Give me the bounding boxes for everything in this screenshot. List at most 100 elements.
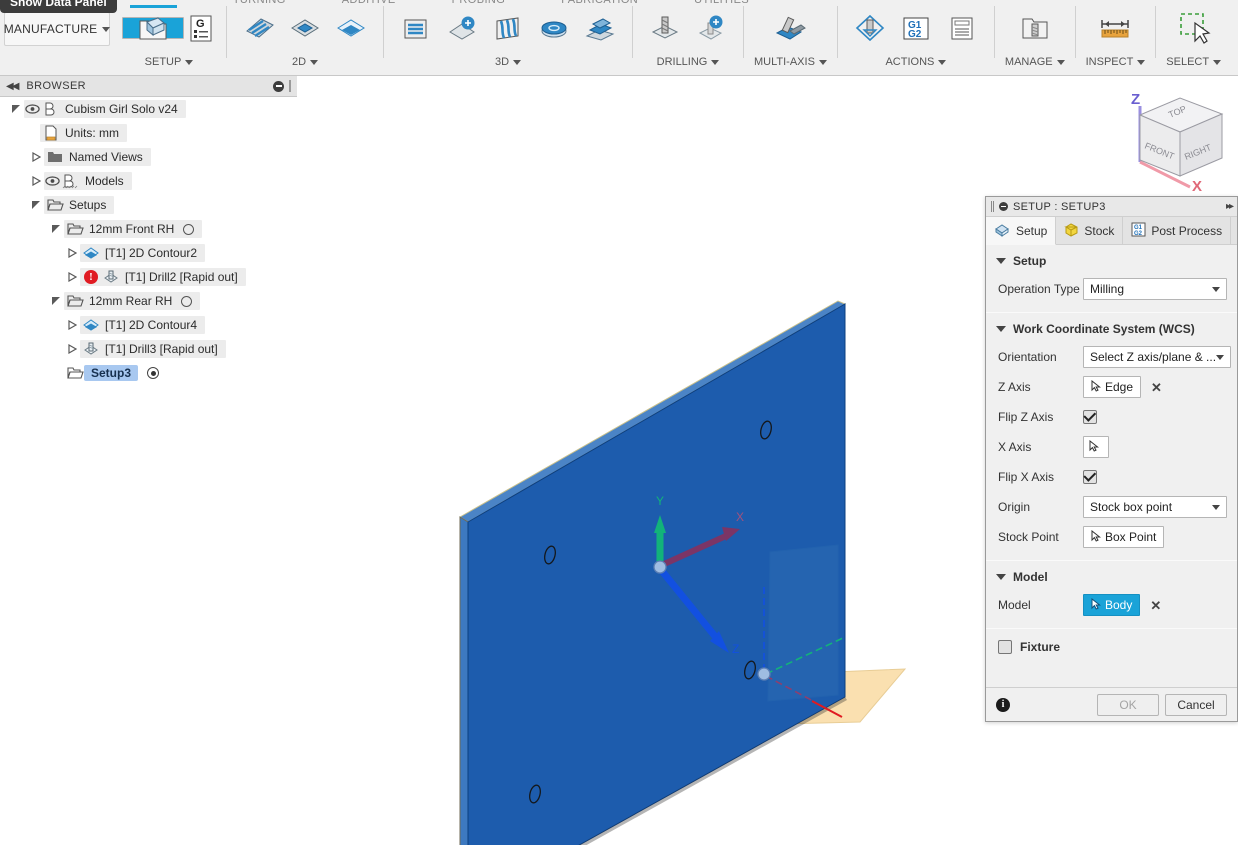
- chevron-down-icon[interactable]: [711, 59, 720, 65]
- chevron-down-icon[interactable]: [938, 59, 947, 65]
- setup-dialog-header[interactable]: SETUP : SETUP3 ▸▸: [986, 197, 1237, 217]
- setup-marker-icon[interactable]: [183, 223, 195, 235]
- expand-right-icon[interactable]: ▸▸: [1226, 201, 1234, 212]
- tree-row-document[interactable]: Cubism Girl Solo v24: [0, 97, 297, 121]
- group-3d: 3D: [388, 0, 628, 76]
- section-header-model[interactable]: Model: [986, 561, 1237, 590]
- origin-select[interactable]: Stock box point: [1083, 496, 1227, 518]
- clear-z-axis-button[interactable]: ✕: [1149, 381, 1164, 394]
- body-top-bevel: [459, 300, 847, 523]
- group-drilling: DRILLING: [637, 0, 739, 76]
- z-axis-select-button[interactable]: Edge: [1083, 376, 1142, 398]
- wcs-triad[interactable]: [653, 515, 771, 681]
- model-select-button[interactable]: Body: [1083, 594, 1141, 616]
- orientation-select[interactable]: Select Z axis/plane & ...: [1083, 346, 1232, 368]
- chevron-down-icon[interactable]: [513, 59, 522, 65]
- measure-icon[interactable]: [1093, 4, 1137, 52]
- tab-setup-label: Setup: [1016, 223, 1048, 238]
- cancel-button[interactable]: Cancel: [1165, 693, 1227, 716]
- tree-row-setup3[interactable]: Setup3: [0, 361, 297, 385]
- pocket-clearing-icon[interactable]: [440, 4, 484, 52]
- expander-collapsed-icon[interactable]: [28, 172, 44, 190]
- ok-button[interactable]: OK: [1097, 693, 1159, 716]
- tool-library-icon[interactable]: [1013, 4, 1057, 52]
- info-icon[interactable]: i: [996, 697, 1010, 712]
- minus-circle-icon[interactable]: [999, 202, 1008, 211]
- section-header-wcs[interactable]: Work Coordinate System (WCS): [986, 313, 1237, 342]
- fixture-checkbox[interactable]: [998, 640, 1012, 654]
- tree-row-operation-contour4[interactable]: [T1] 2D Contour4: [0, 313, 297, 337]
- tree-row-operation-drill3[interactable]: [T1] Drill3 [Rapid out]: [0, 337, 297, 361]
- expander-expanded-icon[interactable]: [8, 100, 24, 118]
- z-axis-value: Edge: [1105, 380, 1134, 394]
- flip-x-axis-checkbox[interactable]: [1083, 470, 1097, 484]
- adaptive-clearing-icon[interactable]: [394, 4, 438, 52]
- tree-row-named-views[interactable]: Named Views: [0, 145, 297, 169]
- g1-g2-icon[interactable]: G1 G2: [894, 4, 938, 52]
- minus-circle-icon[interactable]: [273, 80, 284, 92]
- expander-collapsed-icon[interactable]: [64, 244, 80, 262]
- chevron-down-icon[interactable]: [1137, 59, 1146, 65]
- chevron-down-icon[interactable]: [1213, 59, 1222, 65]
- tab-stock[interactable]: Stock: [1056, 217, 1124, 244]
- tree-row-setups[interactable]: Setups: [0, 193, 297, 217]
- fusion360-manufacture-window: Y X Z Z X TOP FRONT RIGHT MILLING TURNIN…: [0, 0, 1238, 848]
- section-title: Work Coordinate System (WCS): [1013, 322, 1195, 336]
- swarf-icon[interactable]: [768, 4, 812, 52]
- expander-expanded-icon[interactable]: [28, 196, 44, 214]
- setup-folder-icon: [66, 364, 84, 382]
- 2d-contour-icon[interactable]: [329, 4, 373, 52]
- workspace-switcher[interactable]: MANUFACTURE: [4, 12, 111, 46]
- face-icon[interactable]: [237, 4, 281, 52]
- group-label-manage: MANAGE: [1004, 56, 1053, 68]
- tree-row-models[interactable]: Models: [0, 169, 297, 193]
- collapse-left-icon[interactable]: ◀◀: [6, 81, 19, 92]
- tab-setup[interactable]: Setup: [986, 217, 1057, 245]
- bore-icon[interactable]: [689, 4, 733, 52]
- x-axis-select-button[interactable]: [1083, 436, 1109, 458]
- chevron-down-icon[interactable]: [310, 59, 319, 65]
- expander-collapsed-icon[interactable]: [64, 340, 80, 358]
- tree-row-operation-drill2[interactable]: ! [T1] Drill2 [Rapid out]: [0, 265, 297, 289]
- section-header-fixture[interactable]: Fixture: [986, 629, 1237, 665]
- setup-icon[interactable]: [122, 17, 184, 40]
- flip-z-axis-checkbox[interactable]: [1083, 410, 1097, 424]
- setup-marker-icon[interactable]: [181, 295, 193, 307]
- section-title: Fixture: [1020, 640, 1061, 654]
- ramp-icon[interactable]: [578, 4, 622, 52]
- view-cube[interactable]: Z X TOP FRONT RIGHT: [1118, 88, 1236, 195]
- expander-collapsed-icon[interactable]: [64, 316, 80, 334]
- setup-folder-icon: [66, 292, 84, 310]
- tree-row-setup-rear[interactable]: 12mm Rear RH: [0, 289, 297, 313]
- chevron-down-icon[interactable]: [185, 59, 194, 65]
- operation-type-select[interactable]: Milling: [1083, 278, 1227, 300]
- expander-collapsed-icon[interactable]: [28, 148, 44, 166]
- panel-resize-grip[interactable]: [289, 80, 291, 92]
- tree-row-operation-contour2[interactable]: [T1] 2D Contour2: [0, 241, 297, 265]
- 2d-pocket-icon[interactable]: [283, 4, 327, 52]
- tree-row-units[interactable]: Units: mm: [0, 121, 297, 145]
- visibility-eye-icon[interactable]: [44, 172, 60, 190]
- manual-nc-icon[interactable]: [940, 4, 984, 52]
- tree-row-setup-front[interactable]: 12mm Front RH: [0, 217, 297, 241]
- expander-collapsed-icon[interactable]: [64, 268, 80, 286]
- generate-nc-icon[interactable]: G: [186, 4, 216, 52]
- tool-change-icon[interactable]: [848, 4, 892, 52]
- expander-expanded-icon[interactable]: [48, 292, 64, 310]
- setup-active-marker-icon[interactable]: [147, 367, 160, 379]
- stock-point-select-button[interactable]: Box Point: [1083, 526, 1165, 548]
- parallel-icon[interactable]: [486, 4, 530, 52]
- clear-model-button[interactable]: ✕: [1148, 599, 1163, 612]
- section-header-setup[interactable]: Setup: [986, 245, 1237, 274]
- expander-expanded-icon[interactable]: [48, 220, 64, 238]
- drill-icon[interactable]: [643, 4, 687, 52]
- group-inspect: INSPECT: [1080, 0, 1152, 76]
- select-marquee-icon[interactable]: [1172, 4, 1216, 52]
- dialog-drag-grip[interactable]: [991, 201, 994, 212]
- scallop-icon[interactable]: [532, 4, 576, 52]
- visibility-eye-icon[interactable]: [24, 100, 40, 118]
- chevron-down-icon[interactable]: [818, 59, 827, 65]
- tab-post-process[interactable]: G1 G2 Post Process: [1123, 217, 1232, 244]
- chevron-down-icon: [1212, 286, 1220, 292]
- chevron-down-icon[interactable]: [1056, 59, 1065, 65]
